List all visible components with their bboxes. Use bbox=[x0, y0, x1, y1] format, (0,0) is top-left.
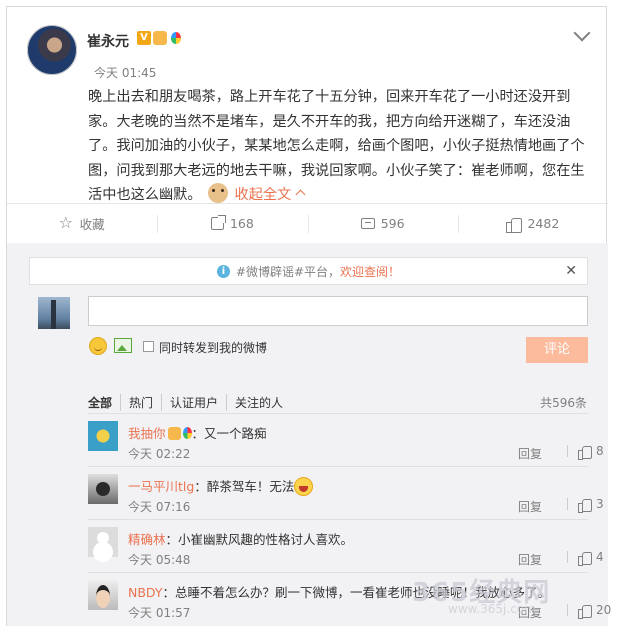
star-icon bbox=[59, 213, 74, 232]
member-crown-icon[interactable] bbox=[167, 427, 181, 440]
comment-row: 我抽你 ：又一个路痴 今天 02:22 回复 8 bbox=[88, 413, 604, 466]
share-icon bbox=[210, 215, 226, 230]
comment-like-button[interactable]: 3 bbox=[562, 497, 604, 513]
comment-like-count: 8 bbox=[596, 444, 604, 458]
my-avatar[interactable] bbox=[38, 297, 70, 329]
commenter-name[interactable]: NBDY bbox=[128, 585, 163, 600]
thumbs-up-icon bbox=[578, 445, 592, 460]
filter-hot[interactable]: 热门 bbox=[120, 394, 161, 411]
comment-time: 今天 01:57 bbox=[128, 606, 191, 620]
divider bbox=[567, 498, 568, 510]
balloon-icon[interactable] bbox=[182, 427, 192, 439]
comment-text-line: 我抽你 ：又一个路痴 bbox=[128, 423, 267, 442]
comment-like-button[interactable]: 8 bbox=[562, 444, 604, 460]
comment-filters: 全部 热门 认证用户 关注的人 bbox=[88, 394, 291, 411]
share-button[interactable]: 168 bbox=[157, 204, 307, 243]
thumbs-up-icon bbox=[578, 551, 592, 566]
comment-text-line: 精确林：小崔幽默风趣的性格讨人喜欢。 bbox=[128, 529, 353, 548]
favorite-label: 收藏 bbox=[79, 217, 105, 232]
author-name[interactable]: 崔永元 bbox=[87, 31, 129, 51]
commenter-avatar[interactable] bbox=[88, 421, 118, 451]
author-badges: V bbox=[137, 31, 183, 45]
member-crown-icon[interactable] bbox=[153, 31, 167, 45]
reply-button[interactable]: 回复 bbox=[518, 498, 542, 515]
notice-tag[interactable]: #微博辟谣#平台， bbox=[236, 263, 340, 280]
thumbs-up-icon bbox=[578, 604, 592, 619]
post-time[interactable]: 今天 01:45 bbox=[94, 64, 156, 81]
commenter-name[interactable]: 我抽你 bbox=[128, 426, 166, 441]
divider bbox=[567, 604, 568, 616]
like-button[interactable]: 2482 bbox=[457, 204, 608, 243]
info-icon: i bbox=[216, 264, 230, 278]
image-icon[interactable] bbox=[114, 338, 132, 353]
comment-time: 今天 05:48 bbox=[128, 553, 191, 567]
comment-like-count: 3 bbox=[596, 497, 604, 511]
rumor-notice: i #微博辟谣#平台， 欢迎查阅！ ✕ bbox=[29, 257, 588, 285]
chevron-up-icon[interactable] bbox=[295, 189, 306, 200]
like-count: 2482 bbox=[527, 216, 560, 231]
doge-emoji-icon bbox=[208, 183, 229, 203]
notice-link[interactable]: 欢迎查阅！ bbox=[340, 263, 400, 280]
collapse-link[interactable]: 收起全文 bbox=[235, 187, 292, 203]
commenter-badges bbox=[167, 427, 192, 440]
filter-following[interactable]: 关注的人 bbox=[226, 394, 291, 411]
comment-row: 一马平川tlg：醉茶驾车！无法 今天 07:16 回复 3 bbox=[88, 466, 604, 519]
comment-like-button[interactable]: 4 bbox=[562, 550, 604, 566]
weibo-post-card: 崔永元 V 今天 01:45 晚上出去和朋友喝茶，路上开车花了十五分钟，回来开车… bbox=[6, 6, 612, 626]
post-text: 晚上出去和朋友喝茶，路上开车花了十五分钟，回来开车花了一小时还没开到家。大老晚的… bbox=[88, 89, 585, 203]
verified-v-icon[interactable]: V bbox=[137, 31, 151, 45]
comment-like-button[interactable]: 20 bbox=[562, 603, 612, 619]
comment-text: ：醉茶驾车！无法 bbox=[194, 479, 295, 494]
commenter-avatar[interactable] bbox=[88, 580, 118, 610]
chevron-down-icon[interactable] bbox=[573, 24, 591, 42]
commenter-name[interactable]: 精确林 bbox=[128, 532, 166, 547]
laugh-emoji-icon bbox=[294, 477, 314, 496]
comment-like-count: 20 bbox=[596, 603, 612, 617]
comment-button[interactable]: 596 bbox=[307, 204, 458, 243]
commenter-avatar[interactable] bbox=[88, 527, 118, 557]
thumbs-up-icon bbox=[578, 498, 592, 513]
site-watermark-url: www.365j.com bbox=[448, 602, 536, 616]
submit-comment-button[interactable]: 评论 bbox=[526, 337, 588, 363]
comment-input[interactable] bbox=[88, 296, 588, 326]
close-icon[interactable]: ✕ bbox=[565, 263, 577, 279]
comment-total: 共596条 bbox=[540, 396, 587, 410]
balloon-icon[interactable] bbox=[169, 31, 183, 45]
forward-checkbox[interactable] bbox=[143, 341, 154, 352]
commenter-name[interactable]: 一马平川tlg bbox=[128, 479, 194, 494]
comment-time: 今天 02:22 bbox=[128, 447, 191, 461]
share-count: 168 bbox=[229, 216, 254, 231]
divider bbox=[567, 551, 568, 563]
comment-like-count: 4 bbox=[596, 550, 604, 564]
filter-verified[interactable]: 认证用户 bbox=[161, 394, 226, 411]
comments-section: i #微博辟谣#平台， 欢迎查阅！ ✕ 同时转发到我的微博 评论 全部 热门 认… bbox=[7, 243, 612, 626]
reply-button[interactable]: 回复 bbox=[518, 551, 542, 568]
reply-button[interactable]: 回复 bbox=[518, 445, 542, 462]
comment-text: ：又一个路痴 bbox=[191, 426, 267, 441]
favorite-button[interactable]: 收藏 bbox=[7, 204, 157, 243]
comment-row: 精确林：小崔幽默风趣的性格讨人喜欢。 今天 05:48 回复 4 bbox=[88, 519, 604, 572]
forward-label[interactable]: 同时转发到我的微博 bbox=[159, 339, 267, 356]
post-body: 晚上出去和朋友喝茶，路上开车花了十五分钟，回来开车花了一小时还没开到家。大老晚的… bbox=[88, 85, 593, 208]
filter-all[interactable]: 全部 bbox=[88, 394, 120, 411]
comment-text: ：小崔幽默风趣的性格讨人喜欢。 bbox=[165, 532, 354, 547]
commenter-avatar[interactable] bbox=[88, 474, 118, 504]
action-bar: 收藏 168 596 2482 bbox=[7, 203, 608, 243]
divider bbox=[567, 445, 568, 457]
smiley-icon[interactable] bbox=[89, 337, 107, 355]
comment-text-line: 一马平川tlg：醉茶驾车！无法 bbox=[128, 476, 314, 496]
avatar-border bbox=[27, 25, 77, 75]
comment-time: 今天 07:16 bbox=[128, 500, 191, 514]
comment-icon bbox=[360, 218, 375, 229]
comment-count: 596 bbox=[380, 216, 405, 231]
thumbs-up-icon bbox=[506, 217, 523, 233]
